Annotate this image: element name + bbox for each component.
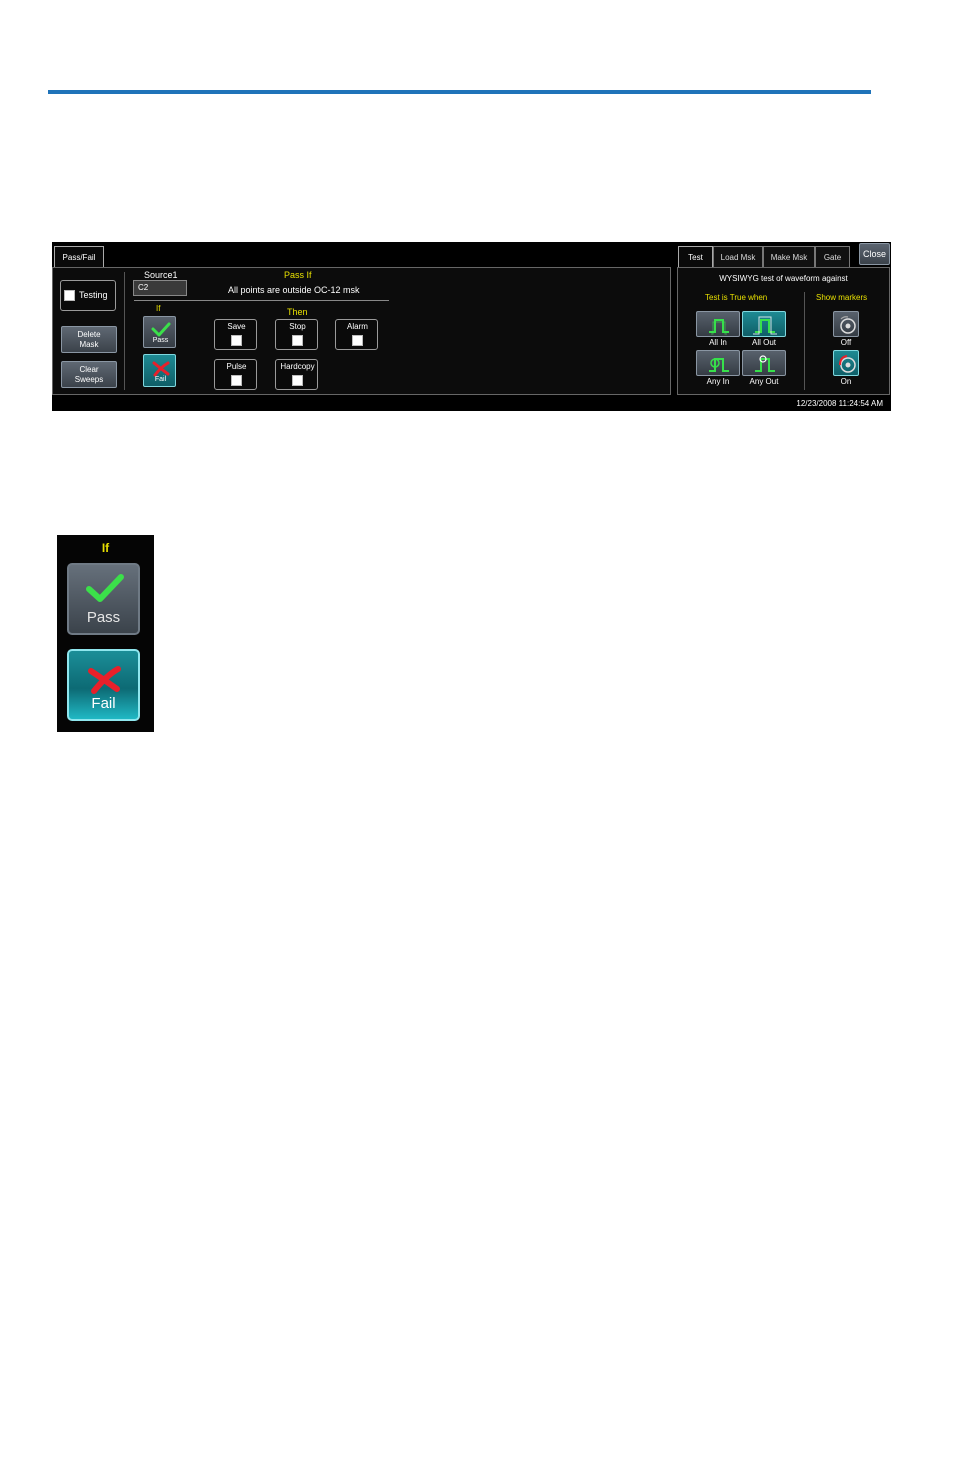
test-true-when-label: Test is True when bbox=[705, 293, 768, 302]
header-rule bbox=[48, 90, 871, 94]
if-zoom-panel: If Pass Fail bbox=[57, 535, 154, 732]
clear-sweeps-button[interactable]: Clear Sweeps bbox=[61, 361, 117, 388]
any-in-button[interactable] bbox=[696, 350, 740, 376]
marker-off-icon bbox=[840, 316, 856, 334]
stop-checkbox[interactable] bbox=[292, 335, 303, 346]
any-in-label: Any In bbox=[706, 377, 730, 386]
pass-if-description: All points are outside OC-12 msk bbox=[228, 285, 360, 295]
pass-if-divider bbox=[134, 300, 389, 301]
delete-mask-button[interactable]: Delete Mask bbox=[61, 326, 117, 353]
zoom-pass-button[interactable]: Pass bbox=[67, 563, 140, 635]
source-label: Source1 bbox=[144, 270, 178, 280]
markers-off-button[interactable] bbox=[833, 311, 859, 337]
delete-mask-label-line2: Mask bbox=[79, 339, 99, 349]
save-action-label: Save bbox=[227, 322, 246, 331]
left-divider bbox=[124, 272, 125, 390]
tab-gate-label: Gate bbox=[823, 253, 842, 262]
markers-on-button[interactable] bbox=[833, 350, 859, 376]
zoom-fail-label: Fail bbox=[91, 695, 116, 712]
hardcopy-checkbox[interactable] bbox=[292, 375, 303, 386]
close-button[interactable]: Close bbox=[859, 243, 890, 265]
all-out-button[interactable] bbox=[742, 311, 786, 337]
datetime-readout: 12/23/2008 11:24:54 AM bbox=[796, 399, 883, 408]
zoom-fail-button[interactable]: Fail bbox=[67, 649, 140, 721]
markers-off-label: Off bbox=[840, 338, 852, 347]
clear-sweeps-label-line2: Sweeps bbox=[74, 374, 104, 384]
clear-sweeps-label-line1: Clear bbox=[79, 364, 99, 374]
any-in-icon bbox=[709, 358, 729, 372]
source-input[interactable]: C2 bbox=[133, 280, 187, 296]
stop-action[interactable]: Stop bbox=[275, 319, 318, 350]
all-out-icon bbox=[753, 316, 777, 335]
tab-pass-fail-label: Pass/Fail bbox=[62, 253, 96, 262]
tab-gate[interactable]: Gate bbox=[815, 246, 850, 268]
tab-pass-fail[interactable]: Pass/Fail bbox=[54, 246, 104, 268]
test-description: WYSIWYG test of waveform against bbox=[719, 274, 848, 283]
pulse-action-label: Pulse bbox=[226, 362, 247, 371]
status-bar bbox=[52, 397, 891, 411]
marker-on-icon bbox=[839, 355, 856, 373]
testing-toggle[interactable]: Testing bbox=[60, 280, 116, 311]
pass-fail-panel: Pass/Fail Testing Delete Mask Clear Swee… bbox=[52, 242, 891, 411]
test-divider bbox=[804, 292, 805, 390]
all-in-label: All In bbox=[709, 338, 727, 347]
hardcopy-action[interactable]: Hardcopy bbox=[275, 359, 318, 390]
check-icon bbox=[151, 322, 171, 337]
pass-if-label: Pass If bbox=[284, 270, 312, 280]
save-checkbox[interactable] bbox=[231, 335, 242, 346]
if-label: If bbox=[156, 304, 161, 313]
tab-make-msk[interactable]: Make Msk bbox=[763, 246, 815, 268]
pass-button[interactable]: Pass bbox=[143, 316, 176, 348]
fail-button[interactable]: Fail bbox=[143, 354, 176, 387]
zoom-pass-label: Pass bbox=[86, 609, 121, 626]
then-label: Then bbox=[287, 307, 308, 317]
all-out-label: All Out bbox=[751, 338, 776, 347]
tab-test[interactable]: Test bbox=[678, 246, 713, 268]
testing-checkbox[interactable] bbox=[64, 290, 75, 301]
any-out-button[interactable] bbox=[742, 350, 786, 376]
pulse-action[interactable]: Pulse bbox=[214, 359, 257, 390]
alarm-action-label: Alarm bbox=[347, 322, 368, 331]
stop-action-label: Stop bbox=[289, 322, 306, 331]
alarm-checkbox[interactable] bbox=[352, 335, 363, 346]
save-action[interactable]: Save bbox=[214, 319, 257, 350]
alarm-action[interactable]: Alarm bbox=[335, 319, 378, 350]
show-markers-label: Show markers bbox=[816, 293, 868, 302]
zoom-if-label: If bbox=[101, 541, 110, 555]
tab-load-msk-label: Load Msk bbox=[720, 253, 756, 262]
markers-on-label: On bbox=[840, 377, 852, 386]
tab-test-label: Test bbox=[688, 253, 703, 262]
tab-make-msk-label: Make Msk bbox=[770, 253, 808, 262]
hardcopy-action-label: Hardcopy bbox=[280, 362, 315, 371]
delete-mask-label-line1: Delete bbox=[77, 329, 101, 339]
pass-button-label: Pass bbox=[152, 337, 169, 344]
all-in-button[interactable] bbox=[696, 311, 740, 337]
all-in-icon bbox=[709, 319, 729, 335]
close-button-label: Close bbox=[862, 249, 886, 259]
fail-button-label: Fail bbox=[154, 376, 167, 383]
any-out-label: Any Out bbox=[749, 377, 779, 386]
any-out-icon bbox=[755, 355, 775, 372]
tab-load-msk[interactable]: Load Msk bbox=[713, 246, 763, 268]
testing-label: Testing bbox=[79, 290, 108, 300]
pulse-checkbox[interactable] bbox=[231, 375, 242, 386]
cross-icon bbox=[152, 361, 170, 377]
